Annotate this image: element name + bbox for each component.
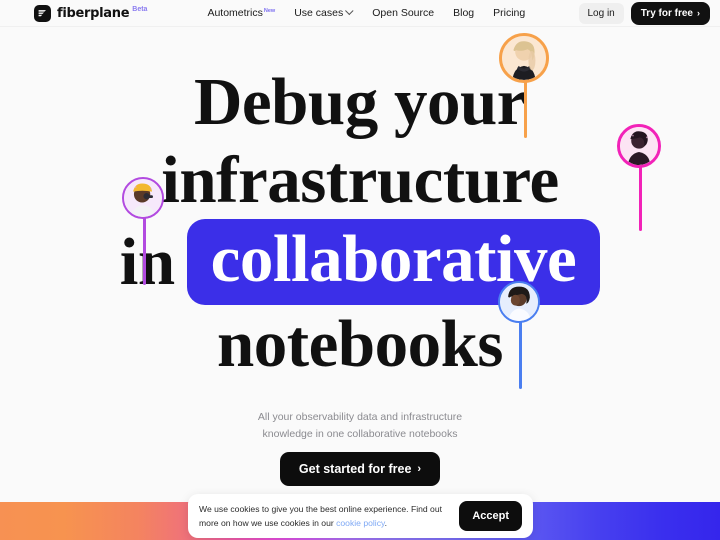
hero-section: Debug your infrastructure in collaborati… bbox=[0, 27, 720, 540]
nav-link-label: Autometrics bbox=[207, 7, 263, 19]
cookie-policy-link[interactable]: cookie policy bbox=[336, 518, 385, 528]
cta-container: Get started for free › bbox=[0, 452, 720, 486]
headline-line-3-prefix: in bbox=[119, 225, 175, 299]
hero-subtitle: All your observability data and infrastr… bbox=[0, 409, 720, 443]
headline-line-2: infrastructure bbox=[161, 143, 559, 217]
accept-cookies-button[interactable]: Accept bbox=[459, 501, 522, 531]
brand-beta-badge: Beta bbox=[132, 5, 148, 13]
hero-subtitle-line-1: All your observability data and infrastr… bbox=[257, 411, 463, 423]
headline-line-1: Debug your bbox=[194, 65, 526, 139]
cookie-banner-text: We use cookies to give you the best onli… bbox=[199, 502, 449, 530]
nav-link-blog[interactable]: Blog bbox=[453, 7, 474, 19]
avatar bbox=[500, 283, 538, 321]
nav-link-autometrics[interactable]: Autometrics New bbox=[207, 7, 275, 19]
avatar bbox=[620, 127, 658, 165]
nav-link-pricing[interactable]: Pricing bbox=[493, 7, 525, 19]
fiberplane-logo-icon bbox=[34, 4, 51, 22]
nav-link-use-cases[interactable]: Use cases bbox=[294, 6, 354, 19]
headline-line-3: in collaborative bbox=[0, 219, 720, 305]
try-for-free-button[interactable]: Try for free › bbox=[630, 1, 710, 25]
new-badge: New bbox=[263, 8, 276, 14]
hero-subtitle-line-2: knowledge in one collaborative notebooks bbox=[262, 428, 458, 440]
chevron-right-icon: › bbox=[697, 8, 700, 18]
headline-highlight-chip: collaborative bbox=[186, 219, 601, 305]
page-title: Debug your infrastructure in collaborati… bbox=[0, 63, 720, 383]
cookie-text-before: We use cookies to give you the best onli… bbox=[199, 504, 442, 528]
avatar bbox=[124, 179, 162, 217]
page-root: fiberplane Beta Autometrics New Use case… bbox=[0, 0, 720, 540]
nav-links: Autometrics New Use cases Open Source Bl… bbox=[207, 6, 525, 19]
brand-logo[interactable]: fiberplane Beta bbox=[34, 4, 148, 22]
cookie-text-after: . bbox=[384, 518, 388, 528]
nav-actions: Log in Try for free › bbox=[578, 1, 710, 25]
get-started-label: Get started for free bbox=[298, 462, 412, 476]
top-navigation-bar: fiberplane Beta Autometrics New Use case… bbox=[0, 0, 720, 27]
chevron-right-icon: › bbox=[417, 463, 422, 475]
nav-link-label: Use cases bbox=[294, 7, 344, 19]
brand-name: fiberplane bbox=[57, 5, 130, 21]
headline-line-4: notebooks bbox=[217, 307, 503, 381]
get-started-button[interactable]: Get started for free › bbox=[279, 452, 441, 486]
cookie-consent-banner: We use cookies to give you the best onli… bbox=[188, 494, 533, 538]
nav-link-open-source[interactable]: Open Source bbox=[372, 7, 434, 19]
chevron-down-icon bbox=[345, 6, 354, 16]
login-button[interactable]: Log in bbox=[578, 2, 624, 24]
avatar bbox=[502, 36, 546, 80]
try-for-free-label: Try for free bbox=[640, 7, 693, 19]
